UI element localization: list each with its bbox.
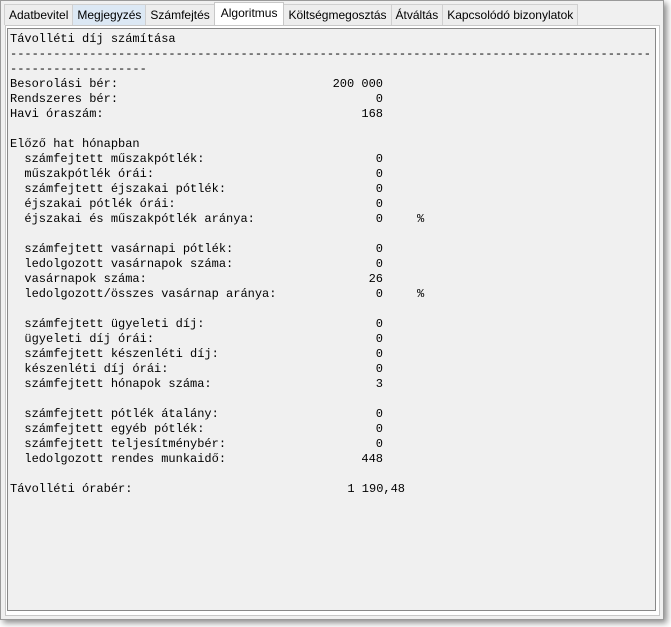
algorithm-text-area[interactable]: Távolléti díj számítása ----------------… (7, 28, 656, 611)
tab-kapcsolódó-bizonylatok[interactable]: Kapcsolódó bizonylatok (442, 4, 579, 25)
row-unit: % (417, 212, 425, 226)
row-label: Távolléti órabér: (10, 482, 133, 496)
row-value: 0 (375, 92, 383, 106)
tab-átváltás[interactable]: Átváltás (390, 4, 444, 25)
row-label: készenléti díj órái: (10, 362, 169, 376)
row-label: számfejtett ügyeleti díj: (10, 317, 205, 331)
window: Adatbevitel Megjegyzés Számfejtés Algoritmu… (0, 0, 664, 620)
report-row: Távolléti órabér: 1 190,48 (10, 482, 655, 497)
report-row: ledolgozott rendes munkaidő: 448 (10, 452, 655, 467)
row-label: számfejtett egyéb pótlék: (10, 422, 205, 436)
row-label: ügyeleti díj órái: (10, 332, 155, 346)
report-row: ügyeleti díj órái: 0 (10, 332, 655, 347)
row-value: 448 (361, 452, 383, 466)
tab-algoritmus[interactable]: Algoritmus (213, 2, 285, 25)
report-row: számfejtett műszakpótlék: 0 (10, 152, 655, 167)
row-value: 0 (375, 287, 383, 301)
report-row: Rendszeres bér: 0 (10, 92, 655, 107)
report-row: számfejtett egyéb pótlék: 0 (10, 422, 655, 437)
row-label: ledolgozott/összes vasárnap aránya: (10, 287, 277, 301)
row-value: 3 (375, 377, 383, 391)
report-row: Előző hat hónapban (10, 137, 655, 152)
row-value: 0 (375, 167, 383, 181)
row-value: 0 (375, 152, 383, 166)
report-row: készenléti díj órái: 0 (10, 362, 655, 377)
report-row: számfejtett pótlék átalány: 0 (10, 407, 655, 422)
row-label: éjszakai és műszakpótlék aránya: (10, 212, 255, 226)
tab-megjegyzés[interactable]: Megjegyzés (72, 4, 147, 25)
report-row: számfejtett teljesítménybér: 0 (10, 437, 655, 452)
row-label: Besorolási bér: (10, 77, 119, 91)
report-row: számfejtett éjszakai pótlék: 0 (10, 182, 655, 197)
separator-line: ----------------------------------------… (10, 47, 651, 76)
tab-költségmegosztás[interactable]: Költségmegosztás (283, 4, 392, 25)
report-row: számfejtett hónapok száma: 3 (10, 377, 655, 392)
row-label: számfejtett hónapok száma: (10, 377, 212, 391)
report-row: ledolgozott vasárnapok száma: 0 (10, 257, 655, 272)
row-value: 0 (375, 407, 383, 421)
report-row: éjszakai és műszakpótlék aránya: 0% (10, 212, 655, 227)
tab-számfejtés[interactable]: Számfejtés (145, 4, 215, 25)
report-row: számfejtett ügyeleti díj: 0 (10, 317, 655, 332)
report-row: ledolgozott/összes vasárnap aránya: 0% (10, 287, 655, 302)
row-value: 0 (375, 257, 383, 271)
report-row: számfejtett vasárnapi pótlék: 0 (10, 242, 655, 257)
row-value: 0 (375, 182, 383, 196)
tab-bar: Adatbevitel Megjegyzés Számfejtés Algoritmu… (4, 2, 579, 25)
row-label: számfejtett vasárnapi pótlék: (10, 242, 234, 256)
report-row: számfejtett készenléti díj: 0 (10, 347, 655, 362)
row-label: vasárnapok száma: (10, 272, 147, 286)
report-row: műszakpótlék órái: 0 (10, 167, 655, 182)
report-row: Besorolási bér: 200 000 (10, 77, 655, 92)
row-value: 0 (375, 347, 383, 361)
row-label: Rendszeres bér: (10, 92, 119, 106)
row-value: 1 190,48 (347, 482, 405, 496)
row-value: 0 (375, 317, 383, 331)
row-label: számfejtett készenléti díj: (10, 347, 219, 361)
report-title: Távolléti díj számítása (10, 32, 176, 46)
row-label: számfejtett teljesítménybér: (10, 437, 227, 451)
tab-adatbevitel[interactable]: Adatbevitel (4, 4, 74, 25)
row-value: 0 (375, 437, 383, 451)
row-label: műszakpótlék órái: (10, 167, 155, 181)
row-label: ledolgozott vasárnapok száma: (10, 257, 234, 271)
row-label: Havi óraszám: (10, 107, 104, 121)
row-value: 0 (375, 332, 383, 346)
row-value: 168 (361, 107, 383, 121)
row-unit: % (417, 287, 425, 301)
tab-panel-algoritmus: Távolléti díj számítása ----------------… (5, 25, 660, 616)
row-label: ledolgozott rendes munkaidő: (10, 452, 227, 466)
row-value: 0 (375, 212, 383, 226)
report-row: éjszakai pótlék órái: 0 (10, 197, 655, 212)
row-label: éjszakai pótlék órái: (10, 197, 176, 211)
row-label: számfejtett pótlék átalány: (10, 407, 219, 421)
row-value: 0 (375, 242, 383, 256)
row-label: számfejtett műszakpótlék: (10, 152, 205, 166)
row-value: 0 (375, 362, 383, 376)
row-label: Előző hat hónapban (10, 137, 140, 151)
row-value: 0 (375, 197, 383, 211)
row-value: 0 (375, 422, 383, 436)
report-row: vasárnapok száma: 26 (10, 272, 655, 287)
report-row: Havi óraszám: 168 (10, 107, 655, 122)
row-value: 26 (368, 272, 383, 286)
row-label: számfejtett éjszakai pótlék: (10, 182, 227, 196)
row-value: 200 000 (332, 77, 383, 91)
